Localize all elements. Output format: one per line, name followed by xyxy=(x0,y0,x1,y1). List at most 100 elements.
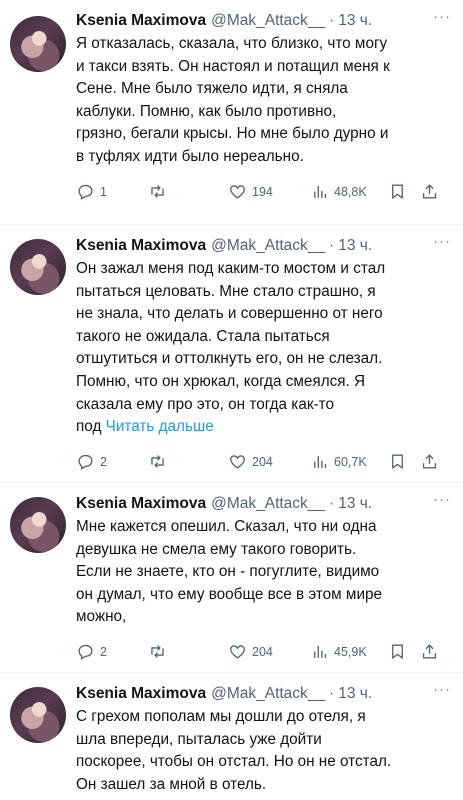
timestamp[interactable]: 13 ч. xyxy=(338,10,372,32)
tweet-text: Я отказалась, сказала, что близко, что м… xyxy=(76,33,451,169)
timestamp[interactable]: 13 ч. xyxy=(338,493,372,515)
tweet[interactable]: Ksenia Maximova @Mak_Attack__ · 13 ч. ··… xyxy=(0,224,463,482)
bookmark-button[interactable] xyxy=(388,452,420,471)
tweet-body: Ksenia Maximova @Mak_Attack__ · 13 ч. ··… xyxy=(76,234,451,482)
tweet-text-line: каблуки. Помню, как было противно, xyxy=(76,102,337,120)
views-button[interactable]: 48,8K xyxy=(310,182,388,201)
timestamp[interactable]: 13 ч. xyxy=(338,235,372,257)
retweet-icon xyxy=(151,185,164,198)
share-button[interactable] xyxy=(420,452,440,471)
reply-button[interactable]: 2 xyxy=(76,452,148,471)
views-button[interactable]: 45,9K xyxy=(310,642,388,661)
share-icon xyxy=(422,644,437,659)
avatar[interactable] xyxy=(10,16,66,72)
retweet-icon xyxy=(151,455,164,469)
tweet-feed: Ksenia Maximova @Mak_Attack__ · 13 ч. ··… xyxy=(0,0,463,800)
bookmark-icon xyxy=(392,454,403,470)
more-options-icon[interactable]: ··· xyxy=(433,234,451,255)
tweet-text-line: грязно, бегали крысы. Но мне было дурно … xyxy=(76,125,389,143)
tweet[interactable]: Ksenia Maximova @Mak_Attack__ · 13 ч. ··… xyxy=(0,0,463,224)
tweet-text-line: в туфлях идти было нереально. xyxy=(76,147,304,165)
tweet-header: Ksenia Maximova @Mak_Attack__ · 13 ч. ··… xyxy=(76,234,451,257)
tweet-body: Ksenia Maximova @Mak_Attack__ · 13 ч. ··… xyxy=(76,682,451,800)
reply-icon xyxy=(78,645,93,661)
author-name[interactable]: Ksenia Maximova xyxy=(76,10,206,32)
views-icon xyxy=(314,646,327,659)
views-count: 60,7K xyxy=(334,454,367,469)
separator-dot: · xyxy=(329,237,335,254)
reply-count: 2 xyxy=(100,454,107,469)
tweet-header: Ksenia Maximova @Mak_Attack__ · 13 ч. ··… xyxy=(76,492,451,515)
author-name[interactable]: Ksenia Maximova xyxy=(76,683,206,705)
tweet-text: Мне кажется опешил. Сказал, что ни одна … xyxy=(76,516,451,629)
like-button[interactable]: 204 xyxy=(228,452,310,471)
like-count: 204 xyxy=(252,644,273,659)
like-count: 194 xyxy=(252,184,273,199)
tweet-text-line: под Читать дальше xyxy=(76,416,451,439)
tweet-body: Ksenia Maximova @Mak_Attack__ · 13 ч. ··… xyxy=(76,9,451,224)
share-icon xyxy=(422,184,437,199)
retweet-icon xyxy=(151,645,164,659)
tweet-text-line: Сене. Мне было тяжело идти, я сняла xyxy=(76,80,348,98)
bookmark-button[interactable] xyxy=(388,642,420,661)
views-count: 45,9K xyxy=(334,644,367,659)
tweet-text: Он зажал меня под каким-то мостом и стал… xyxy=(76,258,451,439)
heart-icon xyxy=(230,455,245,469)
reply-icon xyxy=(78,184,93,200)
views-icon xyxy=(314,186,327,198)
reply-icon xyxy=(78,455,93,471)
author-handle[interactable]: @Mak_Attack__ xyxy=(211,235,325,257)
views-icon xyxy=(314,456,327,469)
reply-button[interactable]: 1 xyxy=(76,182,148,201)
read-more-link[interactable]: Читать дальше xyxy=(106,418,214,435)
separator-dot: · xyxy=(329,495,335,512)
tweet-text-line: он думал, что ему вообще все в этом мире xyxy=(76,585,383,603)
tweet[interactable]: Ksenia Maximova @Mak_Attack__ · 13 ч. ··… xyxy=(0,672,463,800)
retweet-button[interactable] xyxy=(148,642,228,661)
reply-count: 2 xyxy=(100,644,107,659)
tweet[interactable]: Ksenia Maximova @Mak_Attack__ · 13 ч. ··… xyxy=(0,482,463,672)
author-name[interactable]: Ksenia Maximova xyxy=(76,235,206,257)
share-button[interactable] xyxy=(420,642,440,661)
tweet-text-line: Мне кажется опешил. Сказал, что ни одна xyxy=(76,518,377,535)
tweet-text-line: Помню, что он хрюкал, когда смеялся. Я xyxy=(76,372,366,390)
like-button[interactable]: 194 xyxy=(228,182,310,201)
tweet-text-tail: под xyxy=(76,418,102,436)
more-options-icon[interactable]: ··· xyxy=(433,682,451,703)
tweet-text-line: можно, xyxy=(76,608,127,626)
heart-icon xyxy=(230,645,245,660)
avatar[interactable] xyxy=(10,497,66,553)
bookmark-icon xyxy=(392,184,403,200)
retweet-button[interactable] xyxy=(148,452,228,471)
views-button[interactable]: 60,7K xyxy=(310,452,388,471)
tweet-text-line: С грехом пополам мы дошли до отеля, я xyxy=(76,708,366,725)
separator-dot: · xyxy=(329,12,335,29)
avatar[interactable] xyxy=(10,239,66,295)
author-handle[interactable]: @Mak_Attack__ xyxy=(211,683,325,705)
bookmark-button[interactable] xyxy=(388,182,420,201)
tweet-body: Ksenia Maximova @Mak_Attack__ · 13 ч. ··… xyxy=(76,492,451,672)
heart-icon xyxy=(230,185,245,199)
author-name[interactable]: Ksenia Maximova xyxy=(76,493,206,515)
more-options-icon[interactable]: ··· xyxy=(433,492,451,513)
like-button[interactable]: 204 xyxy=(228,642,310,661)
timestamp[interactable]: 13 ч. xyxy=(338,683,372,705)
tweet-text-line: Я отказалась, сказала, что близко, что м… xyxy=(76,35,388,52)
retweet-button[interactable] xyxy=(148,182,228,201)
tweet-text-line: и такси взять. Он настоял и потащил меня… xyxy=(76,57,390,75)
tweet-text-line: Если не знаете, кто он - погуглите, види… xyxy=(76,563,380,581)
views-count: 48,8K xyxy=(334,184,367,199)
tweet-text-line: такого не ожидала. Стала пытаться xyxy=(76,327,330,345)
tweet-text-line: шла впереди, пыталась уже дойти xyxy=(76,730,322,748)
tweet-header: Ksenia Maximova @Mak_Attack__ · 13 ч. ··… xyxy=(76,682,451,705)
bookmark-icon xyxy=(392,644,403,660)
author-handle[interactable]: @Mak_Attack__ xyxy=(211,493,325,515)
more-options-icon[interactable]: ··· xyxy=(433,9,451,30)
author-handle[interactable]: @Mak_Attack__ xyxy=(211,10,325,32)
tweet-text-line: Он зашел за мной в отель. xyxy=(76,775,267,793)
avatar[interactable] xyxy=(10,687,66,743)
tweet-text: С грехом пополам мы дошли до отеля, я шл… xyxy=(76,706,451,796)
action-bar: 1 194 48,8K xyxy=(76,175,451,219)
reply-button[interactable]: 2 xyxy=(76,642,148,661)
share-button[interactable] xyxy=(420,182,440,201)
